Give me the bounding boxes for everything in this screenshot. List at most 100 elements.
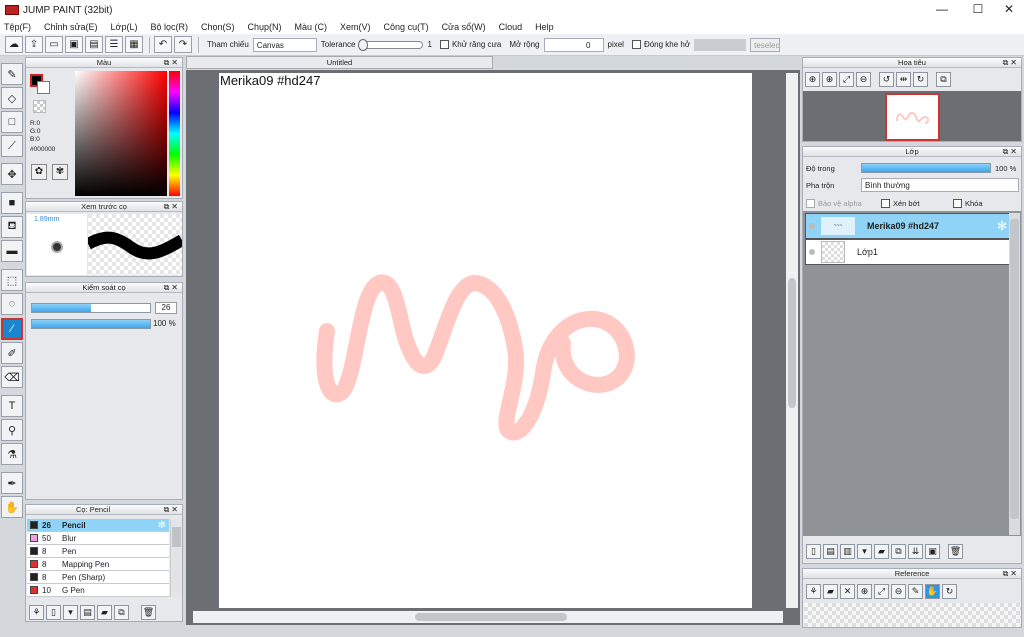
delete-layer-icon[interactable]: 🗑 — [948, 544, 963, 559]
panel-buttons[interactable]: ⧉✕ — [164, 202, 180, 212]
palette-edit-icon[interactable]: ✾ — [52, 164, 68, 180]
brush-delete-icon[interactable]: 🗑 — [141, 605, 156, 620]
line-tool-icon[interactable]: ⟋ — [1, 135, 23, 157]
navigator-options-icon[interactable]: ⧉ — [936, 72, 951, 87]
magic-wand-tool-icon[interactable]: ⁄ — [1, 318, 23, 340]
undo-icon[interactable]: ↶ — [154, 36, 172, 53]
close-button[interactable]: ✕ — [992, 0, 1024, 20]
layer-visibility-icon[interactable] — [809, 223, 815, 229]
duplicate-layer-icon[interactable]: ⧉ — [891, 544, 906, 559]
layer-folder-icon[interactable]: ▰ — [874, 544, 889, 559]
teselec-button[interactable]: teselec — [750, 37, 781, 52]
layer-visibility-icon[interactable] — [809, 249, 815, 255]
brush-size-bar[interactable] — [31, 303, 151, 313]
menu-file[interactable]: Tệp(F) — [4, 22, 31, 32]
zoom-out-icon[interactable]: ⊖ — [856, 72, 871, 87]
comment-icon[interactable]: ▭ — [45, 36, 63, 53]
document-tab[interactable]: Untitled — [186, 56, 493, 69]
lasso-tool-icon[interactable]: ◌ — [1, 293, 23, 315]
brush-settings-gear-icon[interactable]: ✻ — [158, 520, 166, 531]
select-pen-tool-icon[interactable]: ✐ — [1, 342, 23, 364]
chat-icon[interactable]: ▣ — [65, 36, 83, 53]
menu-filter[interactable]: Bộ lọc(R) — [150, 22, 188, 32]
share-icon[interactable]: ⇪ — [25, 36, 43, 53]
rect-select-tool-icon[interactable]: ⬚ — [1, 269, 23, 291]
menu-window[interactable]: Cửa sổ(W) — [442, 22, 486, 32]
pen-tool-icon[interactable]: ✒ — [1, 472, 23, 494]
brush-list-item[interactable]: 8 Pen (Sharp) — [27, 571, 169, 584]
fill-rect-tool-icon[interactable]: ■ — [1, 192, 23, 214]
brush-opacity-bar[interactable] — [31, 319, 151, 329]
gap-slider[interactable] — [694, 38, 747, 51]
brush-list-item[interactable]: 10 G Pen — [27, 584, 169, 597]
color-picker-area[interactable] — [75, 71, 167, 196]
transparent-swatch[interactable] — [33, 100, 46, 113]
reference-view[interactable] — [804, 603, 1021, 627]
menu-cloud[interactable]: Cloud — [499, 22, 523, 32]
new-layer-menu-icon[interactable]: ▾ — [857, 544, 872, 559]
layer-scroll-thumb[interactable] — [1010, 219, 1019, 519]
gradient-tool-icon[interactable]: ▬ — [1, 240, 23, 262]
zoom-tool-icon[interactable]: ⚲ — [1, 419, 23, 441]
lock-checkbox[interactable] — [953, 199, 962, 208]
tolerance-slider[interactable] — [358, 38, 424, 51]
panel-buttons[interactable]: ⧉✕ — [1003, 58, 1019, 68]
brush-list-scrollbar[interactable] — [170, 519, 182, 597]
panel-buttons[interactable]: ⧉✕ — [164, 505, 180, 515]
menu-capture[interactable]: Chụp(N) — [248, 22, 282, 32]
fit-icon[interactable]: ⤢ — [839, 72, 854, 87]
brush-new-icon[interactable]: ▯ — [46, 605, 61, 620]
redo-icon[interactable]: ↷ — [174, 36, 192, 53]
canvas-hscroll-thumb[interactable] — [415, 613, 567, 621]
close-gap-checkbox[interactable] — [631, 40, 641, 49]
brush-folder-icon[interactable]: ▰ — [97, 605, 112, 620]
palette-icon[interactable]: ✿ — [31, 164, 47, 180]
brush-settings-icon[interactable]: ▤ — [80, 605, 95, 620]
hand-tool-icon[interactable]: ✋ — [1, 496, 23, 518]
expand-stepper[interactable]: 0 — [543, 37, 604, 52]
menu-select[interactable]: Chọn(S) — [201, 22, 235, 32]
brush-list-item[interactable]: 8 Mapping Pen — [27, 558, 169, 571]
rotate-right-icon[interactable]: ↻ — [913, 72, 928, 87]
protect-alpha-checkbox[interactable] — [806, 199, 815, 208]
select-eraser-tool-icon[interactable]: ⌫ — [1, 366, 23, 388]
reference-close-icon[interactable]: ✕ — [840, 584, 855, 599]
merge-layer-icon[interactable]: ⇊ — [908, 544, 923, 559]
reference-select[interactable]: Canvas — [252, 37, 317, 52]
new-layer-icon[interactable]: ▯ — [806, 544, 821, 559]
reference-open-icon[interactable]: ▰ — [823, 584, 838, 599]
reference-zoom-in-icon[interactable]: ⊕ — [857, 584, 872, 599]
menu-tools[interactable]: Công cụ(T) — [384, 22, 429, 32]
layer-settings-gear-icon[interactable]: ✻ — [997, 219, 1007, 233]
brush-list-item[interactable]: 8 Pen — [27, 545, 169, 558]
navigator-thumbnail[interactable] — [885, 93, 940, 141]
new-raster-layer-icon[interactable]: ▤ — [823, 544, 838, 559]
clip-checkbox[interactable] — [881, 199, 890, 208]
panel-buttons[interactable]: ⧉✕ — [164, 283, 180, 293]
menu-edit[interactable]: Chỉnh sửa(E) — [44, 22, 98, 32]
move-tool-icon[interactable]: ✥ — [1, 163, 23, 185]
brush-new-menu-icon[interactable]: ▾ — [63, 605, 78, 620]
hue-slider[interactable] — [169, 71, 180, 196]
zoom-plus-icon[interactable]: ⊕ — [822, 72, 837, 87]
brush-copy-icon[interactable]: ⧉ — [114, 605, 129, 620]
tolerance-slider-thumb[interactable] — [358, 38, 369, 51]
panel-buttons[interactable]: ⧉✕ — [1003, 147, 1019, 157]
eraser-tool-icon[interactable]: ◇ — [1, 87, 23, 109]
antialias-checkbox[interactable] — [439, 40, 449, 49]
background-color-swatch[interactable] — [37, 81, 50, 94]
new-layer-copy-icon[interactable]: ▥ — [840, 544, 855, 559]
list-icon[interactable]: ☰ — [105, 36, 123, 53]
cloud-icon[interactable]: ☁ — [5, 36, 23, 53]
menu-color[interactable]: Màu (C) — [295, 22, 328, 32]
panel-buttons[interactable]: ⧉✕ — [164, 58, 180, 68]
text-tool-icon[interactable]: T — [1, 395, 23, 417]
menu-view[interactable]: Xem(V) — [340, 22, 371, 32]
blend-mode-select[interactable]: Bình thường — [861, 178, 1019, 192]
flip-icon[interactable]: ⇹ — [896, 72, 911, 87]
page-icon[interactable]: ▤ — [85, 36, 103, 53]
brush-list-item[interactable]: 50 Blur — [27, 532, 169, 545]
layer-list-scrollbar[interactable] — [1009, 213, 1020, 535]
grid-icon[interactable]: ▦ — [125, 36, 143, 53]
reference-rotate-icon[interactable]: ↻ — [942, 584, 957, 599]
